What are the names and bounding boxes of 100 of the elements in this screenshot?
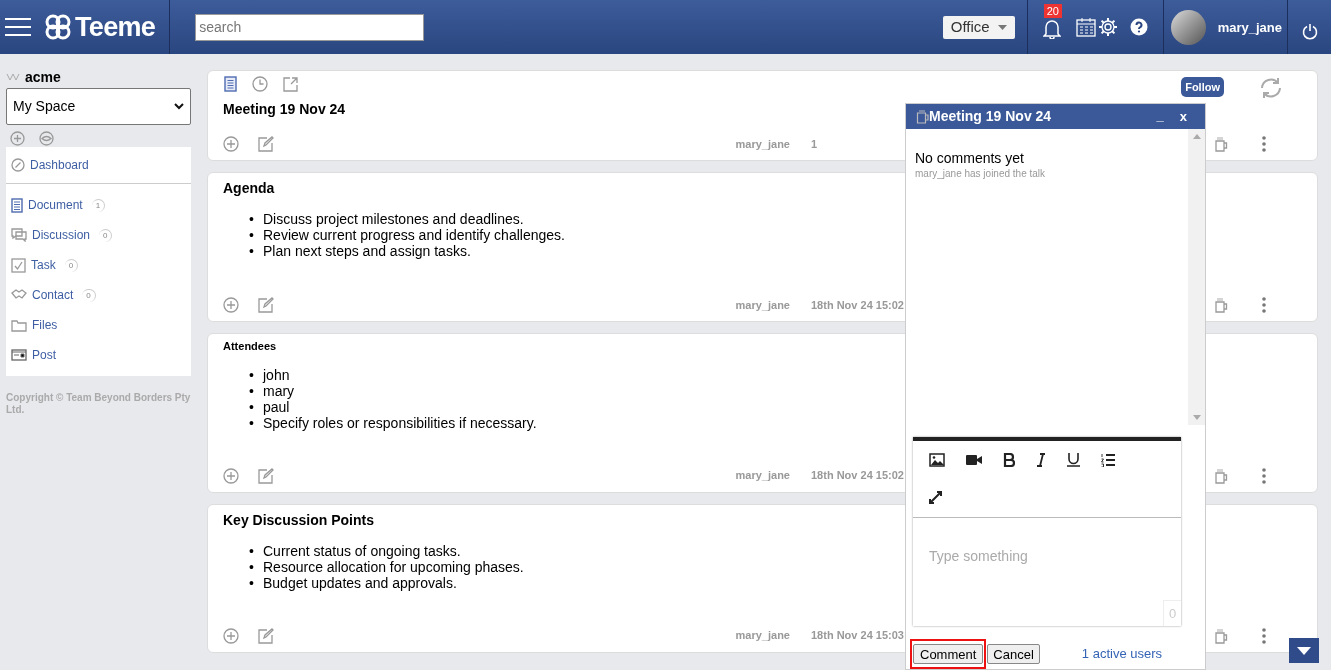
handshake-icon <box>11 289 27 301</box>
help-icon[interactable] <box>1129 18 1148 36</box>
close-button[interactable]: x <box>1179 106 1187 127</box>
more-options-icon[interactable] <box>1262 297 1266 313</box>
timestamp: 18th Nov 24 15:02 <box>811 297 904 313</box>
power-icon[interactable] <box>1302 22 1318 40</box>
calendar-icon[interactable] <box>1075 17 1096 37</box>
count-badge: 0 <box>99 228 113 242</box>
chat-bubbles-icon <box>11 228 27 242</box>
chevron-icon <box>174 103 184 110</box>
active-users-link[interactable]: 1 active users <box>1081 644 1163 664</box>
org-icon <box>6 72 20 82</box>
clock-icon[interactable] <box>252 76 268 92</box>
minimize-button[interactable]: _ <box>1156 109 1164 124</box>
bullet-item: Discuss project milestones and deadlines. <box>263 211 524 227</box>
mug-icon[interactable] <box>1214 627 1228 644</box>
external-link-icon[interactable] <box>283 76 298 92</box>
cancel-button[interactable]: Cancel <box>987 644 1040 664</box>
mug-icon[interactable] <box>1214 136 1228 152</box>
refresh-icon[interactable] <box>1259 77 1283 99</box>
bullet-marker: • <box>249 574 255 591</box>
bullet-item: Specify roles or responsibilities if necessary. <box>263 414 537 431</box>
mug-icon[interactable] <box>1214 467 1228 484</box>
bullet-item: Review current progress and identify challenges. <box>263 227 565 243</box>
nav-item[interactable]: Files <box>6 310 191 340</box>
notification-count: 20 <box>1043 4 1062 18</box>
nav-item[interactable]: Discussion 0 <box>6 220 191 250</box>
edit-icon[interactable] <box>258 297 274 313</box>
avatar[interactable] <box>1170 9 1206 45</box>
italic-icon[interactable] <box>1036 452 1046 467</box>
nav-item[interactable]: Task 0 <box>6 250 191 280</box>
edit-icon[interactable] <box>258 627 274 644</box>
bullet-item: mary <box>263 382 295 399</box>
username[interactable]: mary_jane <box>1217 18 1282 38</box>
expand-icon[interactable] <box>929 491 942 505</box>
bullet-marker: • <box>249 542 255 559</box>
section-title: Attendees <box>223 339 277 354</box>
add-icon[interactable] <box>223 136 239 152</box>
author-name: mary_jane <box>735 297 790 313</box>
comment-button[interactable]: Comment <box>913 644 984 664</box>
dashboard-link[interactable]: Dashboard <box>6 147 191 184</box>
bullet-item: john <box>263 366 290 383</box>
section-title: Meeting 19 Nov 24 <box>223 100 346 119</box>
section-title: Key Discussion Points <box>223 510 374 530</box>
more-options-icon[interactable] <box>1262 136 1266 152</box>
edit-icon[interactable] <box>258 467 274 484</box>
more-options-icon[interactable] <box>1262 627 1266 644</box>
nav-item[interactable]: Contact 0 <box>6 280 191 310</box>
bullet-marker: • <box>249 382 255 399</box>
mug-icon[interactable] <box>1214 297 1228 313</box>
nav-item[interactable]: Document 1 <box>6 190 191 220</box>
edit-icon[interactable] <box>258 136 274 152</box>
underline-icon[interactable] <box>1067 452 1080 468</box>
compass-icon <box>11 158 25 172</box>
bullet-marker: • <box>249 398 255 415</box>
image-icon[interactable] <box>929 452 945 467</box>
video-camera-icon[interactable] <box>966 453 982 466</box>
document-icon <box>11 197 23 213</box>
follow-button[interactable]: Follow <box>1181 77 1224 97</box>
chat-title: Meeting 19 Nov 24 <box>929 106 1052 126</box>
more-options-icon[interactable] <box>1262 467 1266 484</box>
org-name: acme <box>25 67 61 87</box>
bullet-item: Resource allocation for upcoming phases. <box>263 558 524 575</box>
numbered-list-icon[interactable] <box>1101 452 1115 467</box>
count-badge: 0 <box>82 288 96 302</box>
menu-icon[interactable] <box>5 17 31 37</box>
timestamp: 1 <box>811 136 819 152</box>
document-icon[interactable] <box>224 76 237 92</box>
bold-icon[interactable] <box>1003 452 1015 467</box>
add-icon[interactable] <box>10 131 25 146</box>
bullet-marker: • <box>249 414 255 431</box>
space-select[interactable]: My Space <box>6 88 191 125</box>
post-icon <box>11 349 27 361</box>
add-icon[interactable] <box>223 627 239 644</box>
bullet-marker: • <box>249 366 255 383</box>
bullet-item: paul <box>263 398 290 415</box>
bullet-marker: • <box>249 243 255 259</box>
add-icon[interactable] <box>223 297 239 313</box>
bullet-marker: • <box>249 211 255 227</box>
nav-item[interactable]: Post <box>6 340 191 370</box>
search-field[interactable]: search <box>195 13 425 41</box>
bullet-marker: • <box>249 558 255 575</box>
author-name: mary_jane <box>735 468 790 484</box>
copyright-text: Copyright © Team Beyond Borders Pty Ltd. <box>6 392 191 416</box>
author-name: mary_jane <box>735 628 790 644</box>
workplace-dropdown[interactable]: Office <box>942 15 1015 39</box>
logo-text: Teeme <box>75 10 156 44</box>
logo-icon <box>45 14 71 40</box>
eye-icon[interactable] <box>39 131 54 146</box>
add-icon[interactable] <box>223 467 239 484</box>
scroll-down-button[interactable] <box>1289 638 1319 663</box>
settings-icon[interactable] <box>1097 17 1118 37</box>
bullet-marker: • <box>249 227 255 243</box>
empty-message: No comments yet <box>915 150 1025 166</box>
timestamp: 18th Nov 24 15:02 <box>811 468 904 484</box>
bullet-item: Plan next steps and assign tasks. <box>263 243 471 259</box>
checkbox-icon <box>11 257 26 273</box>
activity-message: mary_jane has joined the talk <box>915 166 1047 181</box>
notification-bell-icon[interactable] <box>1042 19 1061 39</box>
count-badge: 1 <box>91 198 106 212</box>
